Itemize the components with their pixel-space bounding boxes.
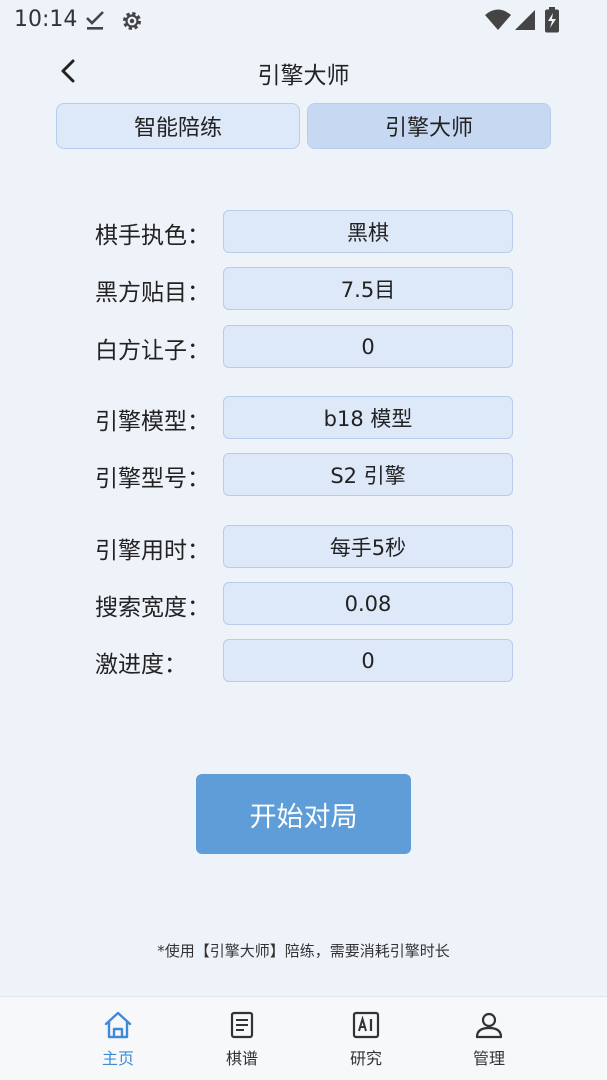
bottom-nav: 主页 棋谱 研究 管理 [0,996,607,1080]
download-done-icon [84,9,106,35]
status-time: 10:14 [14,7,78,32]
nav-label-research: 研究 [349,1049,382,1068]
komi-select[interactable]: 7.5目 [223,267,513,310]
engine-model-label: 引擎模型： [95,409,210,435]
nav-item-home[interactable]: 主页 [78,1009,158,1069]
nav-item-research[interactable]: 研究 [326,1009,406,1069]
usage-note: *使用【引擎大师】陪练，需要消耗引擎时长 [157,942,450,960]
start-game-button[interactable]: 开始对局 [196,774,411,854]
handicap-label: 白方让子： [95,338,210,364]
nav-item-records[interactable]: 棋谱 [202,1009,282,1069]
handicap-select[interactable]: 0 [223,325,513,368]
nav-item-manage[interactable]: 管理 [449,1009,529,1069]
nav-label-records: 棋谱 [225,1049,258,1068]
tab-smart-practice[interactable]: 智能陪练 [56,103,300,149]
engine-time-label: 引擎用时： [95,538,210,564]
status-bar: 10:14 [0,0,607,42]
search-width-label: 搜索宽度： [95,595,210,621]
engine-type-label: 引擎型号： [95,466,210,492]
nav-label-home: 主页 [101,1049,134,1068]
search-width-select[interactable]: 0.08 [223,582,513,625]
engine-type-select[interactable]: S2 引擎 [223,453,513,496]
profile-icon [475,1012,503,1039]
home-icon [104,1011,132,1039]
page-title: 引擎大师 [257,63,350,89]
komi-label: 黑方贴目： [95,280,210,306]
wifi-icon [484,8,512,36]
battery-charging-icon [544,7,560,37]
nav-label-manage: 管理 [472,1049,505,1068]
ai-icon [352,1011,380,1039]
player-color-select[interactable]: 黑棋 [223,210,513,253]
screen: 10:14 引擎大师 智能陪练 引擎大师 棋手执色： 黑棋 黑方贴目： 7.5目… [0,0,607,1080]
aggressiveness-label: 激进度： [95,652,187,678]
engine-model-select[interactable]: b18 模型 [223,396,513,439]
cellular-signal-icon [514,8,536,36]
document-icon [230,1011,254,1039]
engine-time-select[interactable]: 每手5秒 [223,525,513,568]
settings-icon [120,9,144,37]
player-color-label: 棋手执色： [95,223,210,249]
tab-engine-master[interactable]: 引擎大师 [307,103,551,149]
aggressiveness-select[interactable]: 0 [223,639,513,682]
